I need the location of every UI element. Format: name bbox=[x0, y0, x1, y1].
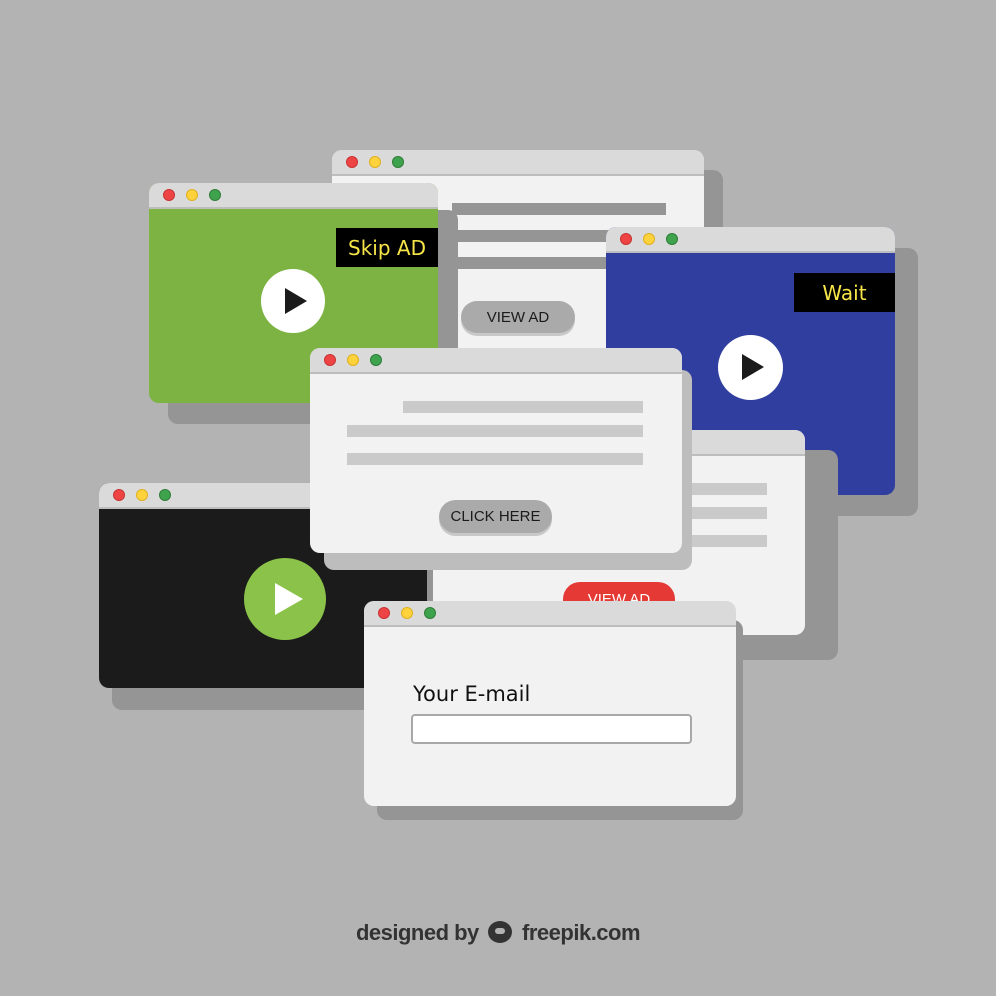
email-label: Your E-mail bbox=[413, 682, 531, 706]
credit-line: designed by freepik.com bbox=[0, 920, 996, 946]
title-bar bbox=[332, 150, 704, 176]
close-icon[interactable] bbox=[346, 156, 358, 168]
maximize-icon[interactable] bbox=[370, 354, 382, 366]
minimize-icon[interactable] bbox=[369, 156, 381, 168]
maximize-icon[interactable] bbox=[424, 607, 436, 619]
minimize-icon[interactable] bbox=[136, 489, 148, 501]
close-icon[interactable] bbox=[378, 607, 390, 619]
title-bar bbox=[364, 601, 736, 627]
center-popup-window: CLICK HERE bbox=[310, 348, 682, 553]
minimize-icon[interactable] bbox=[186, 189, 198, 201]
close-icon[interactable] bbox=[163, 189, 175, 201]
close-icon[interactable] bbox=[113, 489, 125, 501]
close-icon[interactable] bbox=[324, 354, 336, 366]
play-button[interactable] bbox=[261, 269, 325, 333]
minimize-icon[interactable] bbox=[347, 354, 359, 366]
credit-prefix: designed by bbox=[355, 920, 479, 945]
email-input[interactable] bbox=[411, 714, 692, 744]
text-line bbox=[347, 425, 643, 437]
maximize-icon[interactable] bbox=[209, 189, 221, 201]
play-icon bbox=[275, 583, 303, 615]
maximize-icon[interactable] bbox=[392, 156, 404, 168]
maximize-icon[interactable] bbox=[666, 233, 678, 245]
play-icon bbox=[742, 354, 764, 380]
title-bar bbox=[149, 183, 438, 209]
title-bar bbox=[606, 227, 895, 253]
skip-ad-button[interactable]: Skip AD bbox=[336, 228, 438, 267]
wait-badge: Wait bbox=[794, 273, 895, 312]
text-line bbox=[452, 203, 666, 215]
click-here-button[interactable]: CLICK HERE bbox=[439, 500, 552, 533]
text-line bbox=[347, 453, 643, 465]
text-line bbox=[403, 401, 643, 413]
play-button[interactable] bbox=[718, 335, 783, 400]
play-icon bbox=[285, 288, 307, 314]
maximize-icon[interactable] bbox=[159, 489, 171, 501]
minimize-icon[interactable] bbox=[401, 607, 413, 619]
credit-brand: freepik.com bbox=[522, 920, 641, 945]
email-popup-window: Your E-mail bbox=[364, 601, 736, 806]
freepik-logo-icon bbox=[488, 921, 513, 943]
title-bar bbox=[310, 348, 682, 374]
window-body: CLICK HERE bbox=[310, 374, 682, 553]
close-icon[interactable] bbox=[620, 233, 632, 245]
play-button[interactable] bbox=[244, 558, 326, 640]
view-ad-button[interactable]: VIEW AD bbox=[461, 301, 575, 333]
minimize-icon[interactable] bbox=[643, 233, 655, 245]
